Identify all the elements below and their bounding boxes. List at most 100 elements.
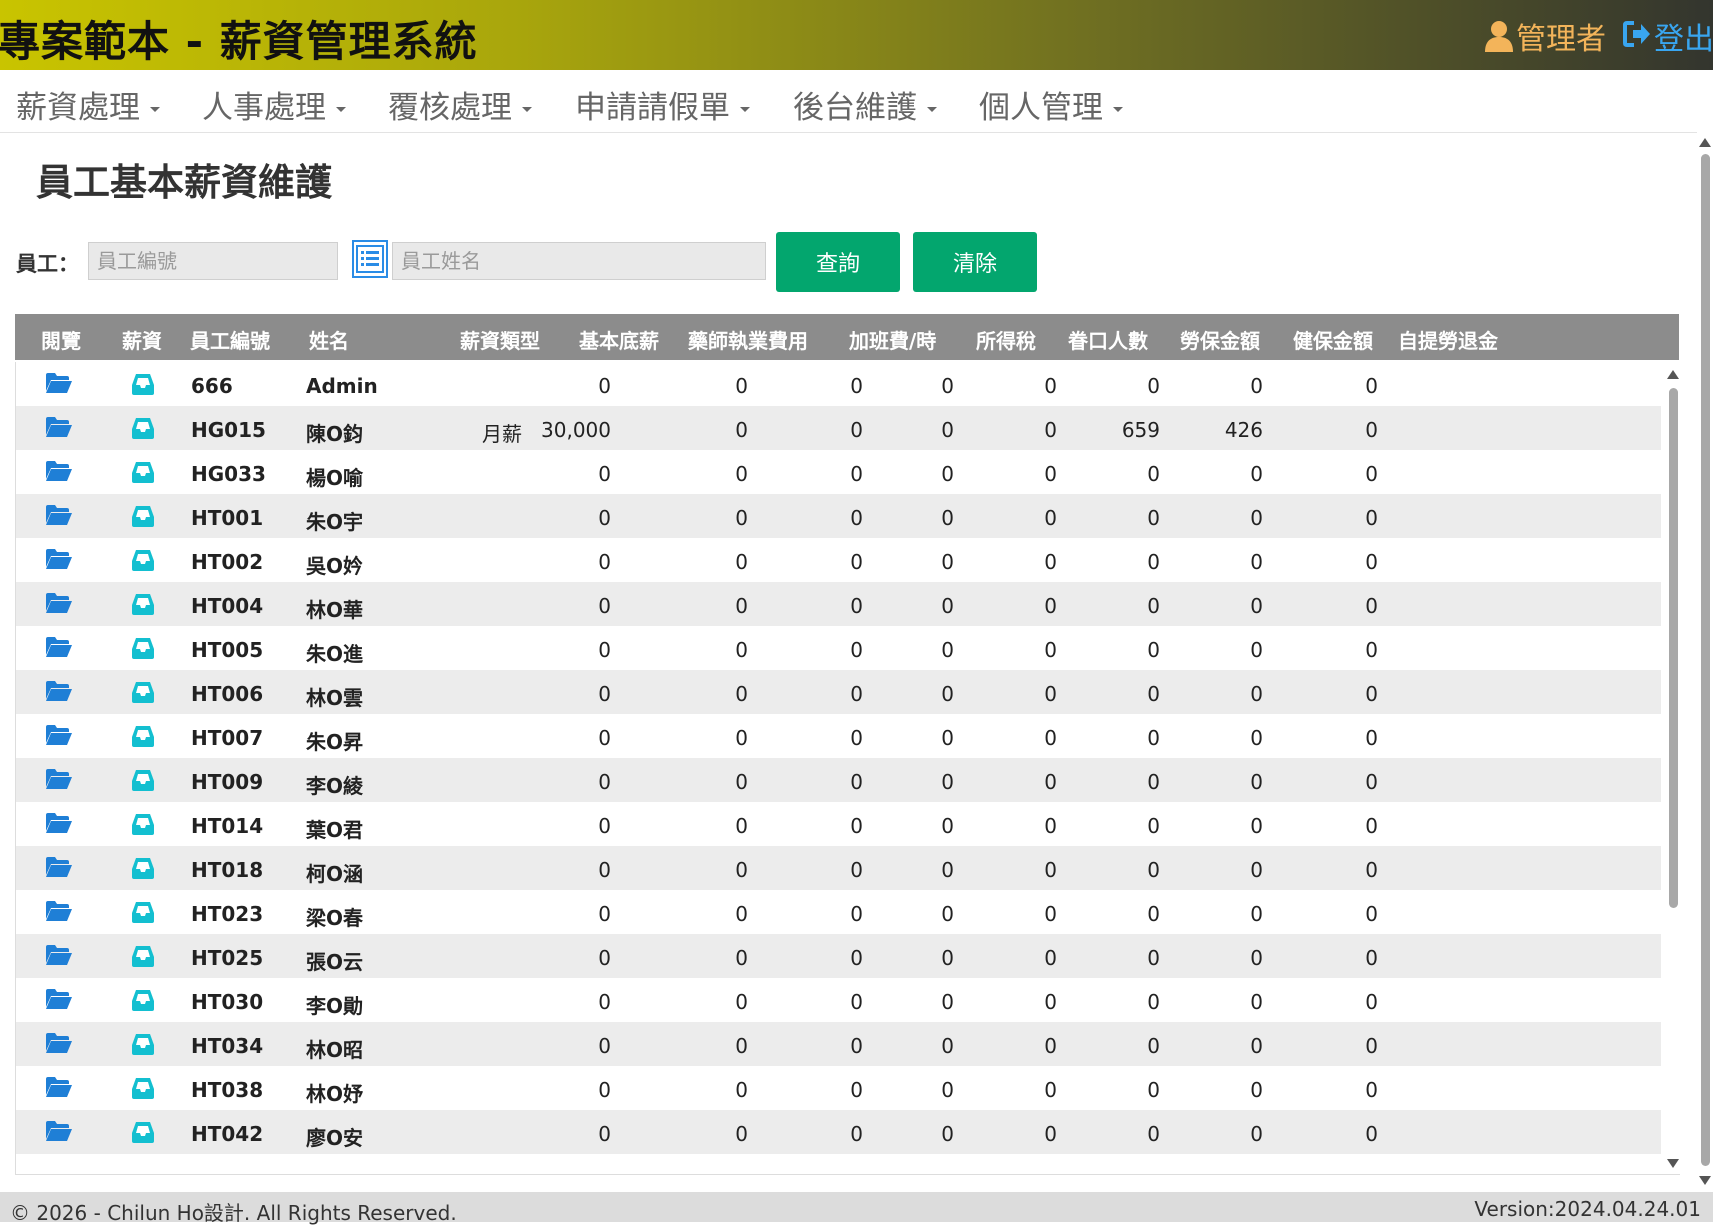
folder-open-icon[interactable] [45,460,73,486]
table-row[interactable]: HT005 朱O進 0 0 0 0 0 0 0 0 [16,626,1661,670]
query-button[interactable]: 查詢 [776,232,900,292]
employee-picker-button[interactable] [352,240,388,278]
page-title: 員工基本薪資維護 [36,161,332,204]
inbox-icon[interactable] [131,988,155,1016]
page-scroll-thumb[interactable] [1701,154,1710,1166]
table-scroll-thumb[interactable] [1669,388,1678,908]
page-scroll-down-icon[interactable] [1699,1176,1711,1185]
header-overtime-rate[interactable]: 加班費/時 [849,325,936,354]
nav-personal-management[interactable]: 個人管理 [979,82,1123,127]
logout-link[interactable]: 登出 [1622,14,1713,58]
inbox-icon[interactable] [131,592,155,620]
nav-hr-processing[interactable]: 人事處理 [202,82,346,127]
clear-button[interactable]: 清除 [913,232,1037,292]
header-income-tax[interactable]: 所得稅 [976,325,1036,354]
table-body[interactable]: 666 Admin 0 0 0 0 0 0 0 0 HG015 陳O鈞 月薪 30,000 0 0 0 0 659 4… [15,362,1680,1175]
header-labor-insurance[interactable]: 勞保金額 [1180,325,1260,354]
cell-base: 0 [598,814,611,838]
cell-base: 0 [598,462,611,486]
employee-name-input[interactable] [392,242,766,280]
header-salary[interactable]: 薪資 [122,325,162,354]
folder-open-icon[interactable] [45,416,73,442]
inbox-icon[interactable] [131,504,155,532]
footer: © 2026 - Chilun Ho設計. All Rights Reserve… [0,1192,1713,1225]
inbox-icon[interactable] [131,856,155,884]
folder-open-icon[interactable] [45,900,73,926]
cell-base: 0 [598,506,611,530]
table-row[interactable]: HT034 林O昭 0 0 0 0 0 0 0 0 [16,1022,1661,1066]
inbox-icon[interactable] [131,1076,155,1104]
folder-open-icon[interactable] [45,944,73,970]
inbox-icon[interactable] [131,680,155,708]
inbox-icon[interactable] [131,768,155,796]
table-row[interactable]: HG033 楊O喻 0 0 0 0 0 0 0 0 [16,450,1661,494]
cell-ot: 0 [850,462,863,486]
table-row[interactable]: HT007 朱O昇 0 0 0 0 0 0 0 0 [16,714,1661,758]
inbox-icon[interactable] [131,900,155,928]
folder-open-icon[interactable] [45,548,73,574]
table-row[interactable]: HT018 柯O涵 0 0 0 0 0 0 0 0 [16,846,1661,890]
employee-id-input[interactable] [88,242,338,280]
table-scrollbar[interactable] [1666,362,1680,1174]
folder-open-icon[interactable] [45,636,73,662]
inbox-icon[interactable] [131,372,155,400]
cell-labor: 0 [1147,594,1160,618]
table-row[interactable]: HT023 梁O春 0 0 0 0 0 0 0 0 [16,890,1661,934]
inbox-icon[interactable] [131,1120,155,1148]
employee-name: 陳O鈞 [306,422,364,446]
folder-open-icon[interactable] [45,372,73,398]
page-scrollbar[interactable] [1697,132,1713,1192]
header-pharmacist-fee[interactable]: 藥師執業費用 [688,325,808,354]
table-row[interactable]: HT038 林O妤 0 0 0 0 0 0 0 0 [16,1066,1661,1110]
header-base-salary[interactable]: 基本底薪 [579,325,659,354]
nav-review-processing[interactable]: 覆核處理 [388,82,532,127]
table-row[interactable]: HT030 李O勛 0 0 0 0 0 0 0 0 [16,978,1661,1022]
folder-open-icon[interactable] [45,812,73,838]
table-row[interactable]: HG015 陳O鈞 月薪 30,000 0 0 0 0 659 426 0 [16,406,1661,450]
header-view[interactable]: 閱覽 [41,325,81,354]
folder-open-icon[interactable] [45,1032,73,1058]
scroll-up-arrow-icon[interactable] [1667,370,1679,379]
table-row[interactable]: HT025 張O云 0 0 0 0 0 0 0 0 [16,934,1661,978]
user-menu[interactable]: 管理者 [1484,14,1606,58]
inbox-icon[interactable] [131,724,155,752]
folder-open-icon[interactable] [45,768,73,794]
table-row-partial [16,1154,1661,1174]
table-row[interactable]: HT009 李O綾 0 0 0 0 0 0 0 0 [16,758,1661,802]
header-dependents[interactable]: 眷口人數 [1068,325,1148,354]
inbox-icon[interactable] [131,460,155,488]
folder-open-icon[interactable] [45,504,73,530]
inbox-icon[interactable] [131,812,155,840]
header-salary-type[interactable]: 薪資類型 [460,325,540,354]
nav-backend-maintenance[interactable]: 後台維護 [793,82,937,127]
nav-leave-request[interactable]: 申請請假單 [575,82,750,127]
header-employee-id[interactable]: 員工編號 [190,325,270,354]
header-name[interactable]: 姓名 [309,325,349,354]
folder-open-icon[interactable] [45,856,73,882]
scroll-down-arrow-icon[interactable] [1667,1159,1679,1168]
inbox-icon[interactable] [131,548,155,576]
folder-open-icon[interactable] [45,988,73,1014]
table-row[interactable]: HT042 廖O安 0 0 0 0 0 0 0 0 [16,1110,1661,1154]
folder-open-icon[interactable] [45,724,73,750]
folder-open-icon[interactable] [45,1120,73,1146]
table-row[interactable]: HT006 林O雲 0 0 0 0 0 0 0 0 [16,670,1661,714]
inbox-icon[interactable] [131,944,155,972]
header-health-insurance[interactable]: 健保金額 [1293,325,1373,354]
table-row[interactable]: HT004 林O華 0 0 0 0 0 0 0 0 [16,582,1661,626]
cell-labor: 0 [1147,374,1160,398]
header-pension[interactable]: 自提勞退金 [1398,325,1498,354]
table-row[interactable]: HT001 朱O宇 0 0 0 0 0 0 0 0 [16,494,1661,538]
cell-health: 0 [1250,682,1263,706]
table-row[interactable]: HT014 葉O君 0 0 0 0 0 0 0 0 [16,802,1661,846]
page-scroll-up-icon[interactable] [1699,138,1711,147]
folder-open-icon[interactable] [45,680,73,706]
inbox-icon[interactable] [131,636,155,664]
table-row[interactable]: 666 Admin 0 0 0 0 0 0 0 0 [16,362,1661,406]
folder-open-icon[interactable] [45,592,73,618]
nav-salary-processing[interactable]: 薪資處理 [16,82,160,127]
inbox-icon[interactable] [131,1032,155,1060]
inbox-icon[interactable] [131,416,155,444]
table-row[interactable]: HT002 吳O妗 0 0 0 0 0 0 0 0 [16,538,1661,582]
folder-open-icon[interactable] [45,1076,73,1102]
